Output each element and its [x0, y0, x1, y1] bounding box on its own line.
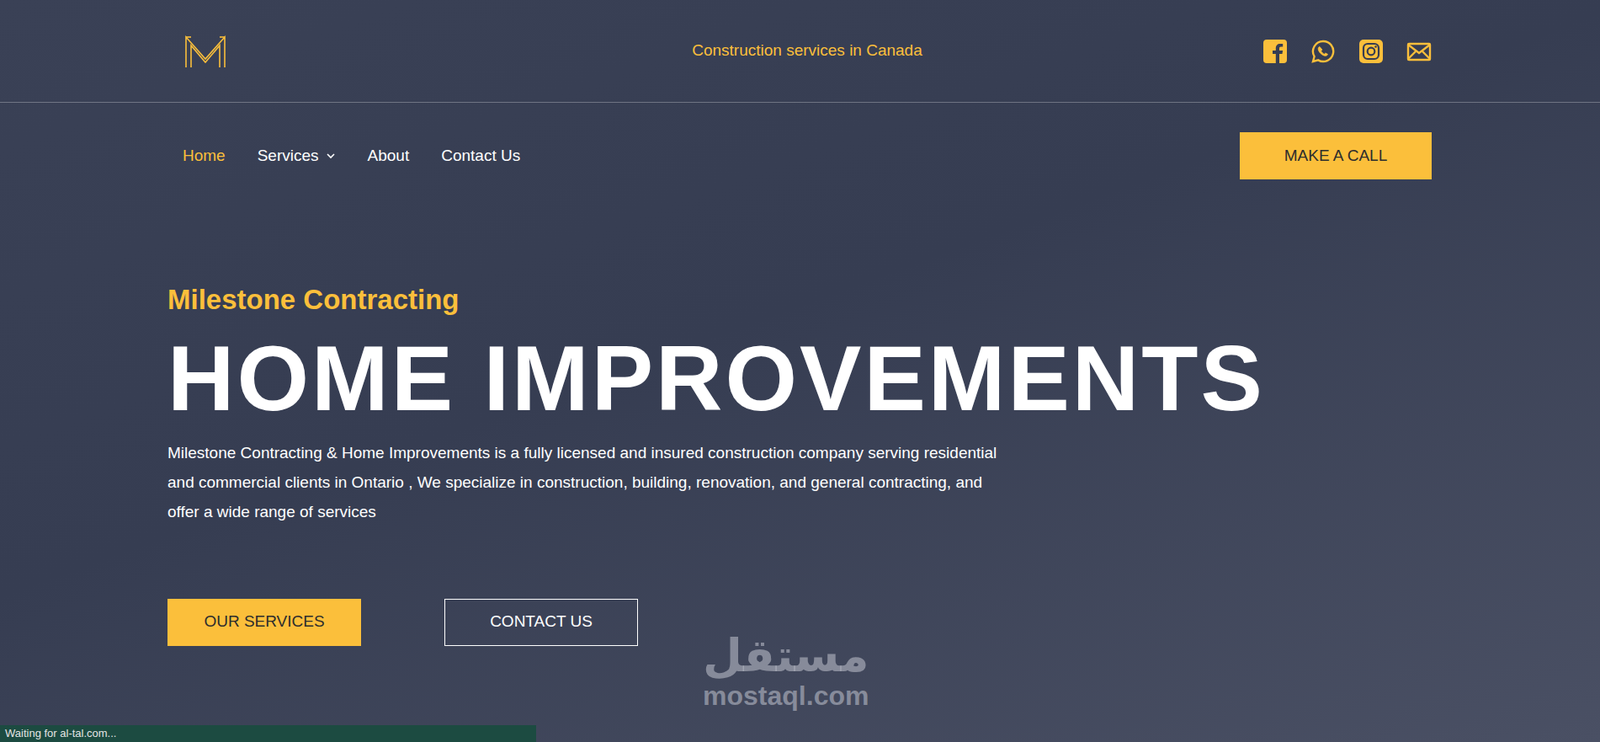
- hero-eyebrow: Milestone Contracting: [167, 278, 1432, 321]
- hero-page: Construction services in Canada Home Serv…: [0, 0, 1600, 742]
- watermark: مستقل mostaql.com: [702, 632, 870, 709]
- logo-icon[interactable]: [182, 33, 229, 70]
- contact-button[interactable]: CONTACT US: [444, 598, 638, 646]
- chevron-down-icon[interactable]: [325, 150, 336, 161]
- watermark-latin: mostaql.com: [702, 681, 870, 709]
- hero-description: Milestone Contracting & Home Improvement…: [167, 437, 1001, 527]
- nav-label: Home: [182, 143, 226, 169]
- nav-link[interactable]: Contact Us: [441, 140, 521, 172]
- social-links: [1262, 38, 1432, 64]
- watermark-arabic: مستقل: [702, 632, 870, 679]
- services-button[interactable]: OUR SERVICES: [167, 598, 362, 646]
- nav-link[interactable]: Home: [182, 140, 226, 172]
- tagline: Construction services in Canada: [691, 38, 923, 64]
- nav-link[interactable]: About: [367, 140, 410, 172]
- whatsapp-icon[interactable]: [1310, 38, 1336, 64]
- nav-label: About: [367, 143, 410, 169]
- nav-label: Contact Us: [441, 143, 521, 169]
- hero-section: Milestone Contracting HOME IMPROVEMENTS …: [0, 179, 1600, 646]
- nav-label: Services: [257, 143, 319, 169]
- call-button[interactable]: MAKE A CALL: [1239, 132, 1432, 180]
- main-menu: Home Services About Contact Us: [182, 140, 521, 172]
- facebook-icon[interactable]: [1262, 38, 1288, 64]
- instagram-icon[interactable]: [1358, 38, 1384, 64]
- email-icon[interactable]: [1406, 38, 1432, 64]
- nav-bar: Home Services About Contact Us MAKE A CALL: [0, 102, 1600, 180]
- nav-link[interactable]: Services: [257, 140, 336, 172]
- top-bar: Construction services in Canada: [0, 0, 1600, 103]
- hero-title: HOME IMPROVEMENTS: [167, 325, 1432, 430]
- status-bar: Waiting for al-tal.com...: [0, 724, 537, 742]
